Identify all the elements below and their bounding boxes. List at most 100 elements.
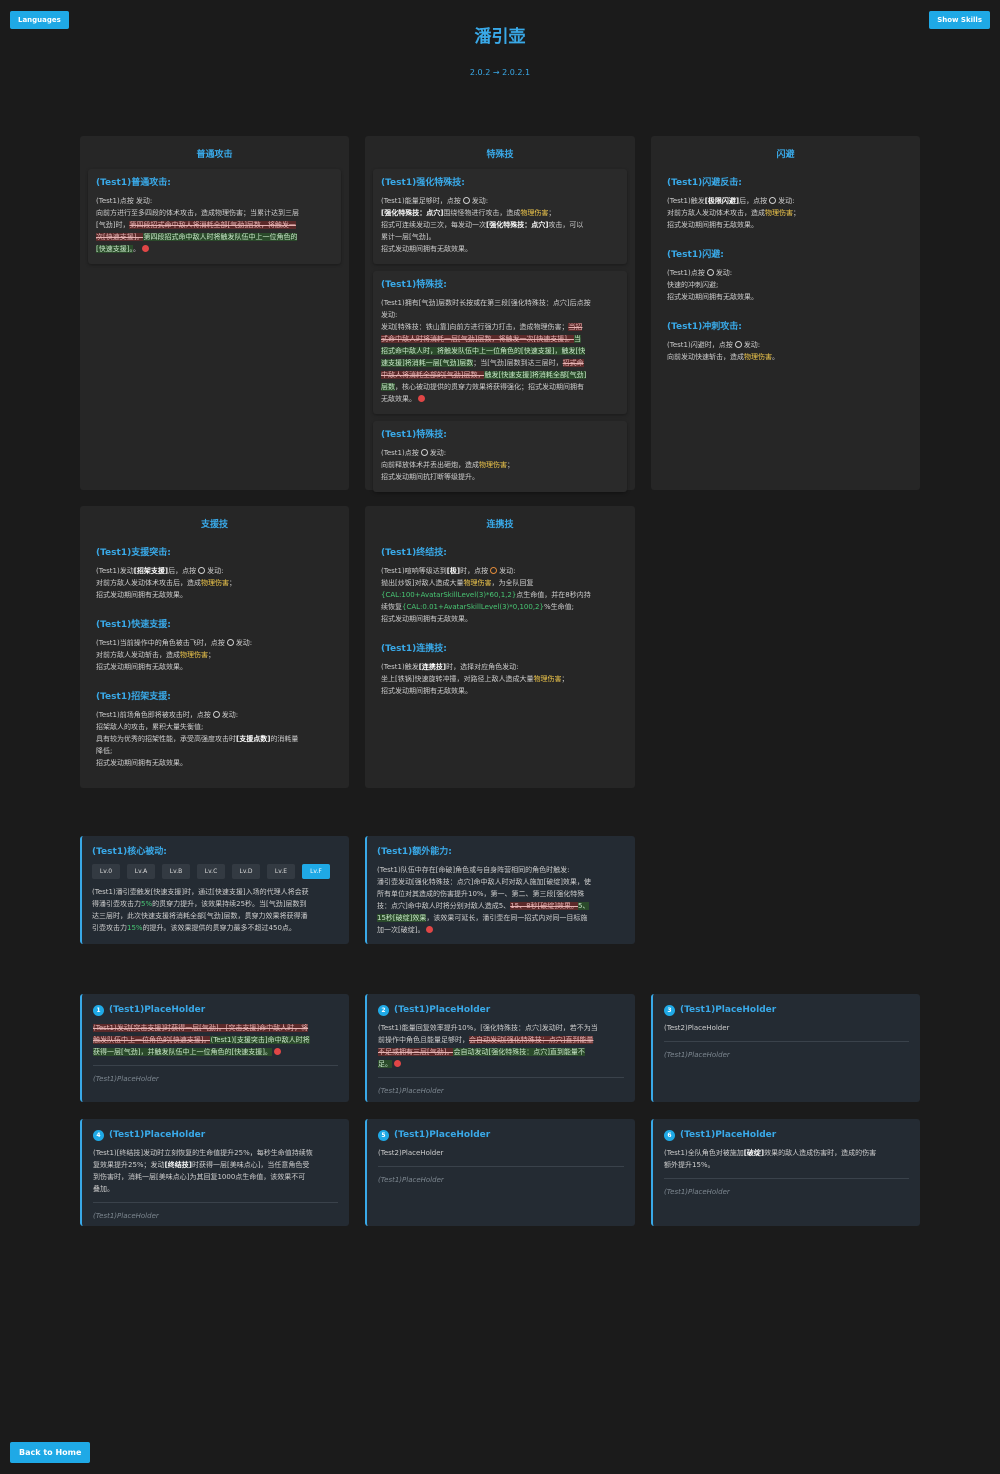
dodge-column: 闪避 (Test1)闪避反击: (Test1)触发[极限闪避]后，点按 发动: 对…: [651, 136, 920, 490]
skill-description: (Test1)前场角色即将被攻击时，点按 发动: 招架敌人的攻击，累积大量失衡值;…: [96, 711, 299, 767]
eidolon-card-4: 4 (Test1)PlaceHolder (Test1)[终结技]发动时立刻恢复的…: [80, 1119, 349, 1226]
level-button[interactable]: Lv.B: [162, 864, 190, 879]
eidolon-footnote: (Test1)PlaceHolder: [378, 1166, 624, 1186]
alert-dot-icon: [141, 245, 149, 252]
skill-card: (Test1)闪避反击: (Test1)触发[极限闪避]后，点按 发动: 对前方敌…: [659, 169, 912, 369]
skill-name: (Test1)闪避反击:: [667, 178, 742, 188]
skill-description: (Test1)拥有[气劲]层数时长按或在第三段[强化特殊技：点穴]后点按 发动:…: [381, 299, 591, 403]
eidolon-description: (Test2)PlaceHolder: [378, 1149, 444, 1157]
skill-description: (Test1)能量足够时，点按 发动: [强化特殊技：点穴]围绕怪物进行攻击，造成…: [381, 197, 584, 253]
dodge-button-icon: [706, 269, 714, 276]
alert-dot-icon: [273, 1048, 281, 1055]
level-button[interactable]: Lv.E: [267, 864, 295, 879]
skill-name: (Test1)特殊技:: [381, 280, 447, 290]
chain-skill-column: 连携技 (Test1)终结技: (Test1)喧响等级达到[极]时，点按 发动: …: [365, 506, 635, 788]
alert-dot-icon: [394, 1060, 401, 1067]
skill-card: (Test1)特殊技: (Test1)点按 发动: 向前释放体术并丢出砸炮，造成物…: [373, 421, 627, 492]
number-badge: 2: [378, 1004, 389, 1016]
skill-name: (Test1)普通攻击:: [96, 178, 171, 188]
column-title: 连携技: [486, 520, 514, 530]
number-badge: 4: [93, 1129, 104, 1141]
eidolon-header: 2 (Test1)PlaceHolder: [378, 1004, 624, 1016]
back-to-home-button[interactable]: Back to Home: [10, 1442, 91, 1463]
eidolon-footnote: (Test1)PlaceHolder: [93, 1065, 338, 1085]
skill-card: (Test1)终结技: (Test1)喧响等级达到[极]时，点按 发动: 抛出[炒…: [373, 539, 627, 703]
skill-description: (Test1)触发[极限闪避]后，点按 发动: 对前方敌人发动体术攻击，造成物理伤…: [667, 197, 800, 229]
skill-card: (Test1)支援突击: (Test1)发动[招架支援]后，点按 发动: 对前方敌…: [88, 539, 341, 775]
eidolon-header: 4 (Test1)PlaceHolder: [93, 1129, 338, 1141]
eidolon-description: (Test1)能量回复效率提升10%，[强化特殊技：点穴]发动时，若不为当 前操…: [378, 1024, 598, 1068]
eidolon-description: (Test1)发动[突击支援]时获得一层[气劲]。[突击支援]命中敌人时，将 触…: [93, 1024, 310, 1056]
skill-description: (Test1)触发[连携技]时，选择对应角色发动: 坐上[铁锅]快速旋转冲撞，对…: [381, 663, 569, 695]
number-badge: 6: [664, 1129, 675, 1141]
eidolon-footnote: (Test1)PlaceHolder: [93, 1202, 338, 1222]
special-button-icon: [420, 449, 428, 456]
eidolon-description: (Test1)[终结技]发动时立刻恢复的生命值提升25%，每秒生命值持续恢 复效…: [93, 1149, 313, 1193]
panel-title: (Test1)核心被动:: [92, 847, 167, 857]
number-badge: 1: [93, 1004, 104, 1016]
level-button[interactable]: Lv.D: [232, 864, 260, 879]
level-button[interactable]: Lv.A: [127, 864, 155, 879]
level-button[interactable]: Lv.C: [197, 864, 225, 879]
column-title: 支援技: [200, 520, 228, 530]
ultimate-button-icon: [490, 567, 498, 574]
skill-description: (Test1)喧响等级达到[极]时，点按 发动: 抛出[炒饭]对敌人造成大量物理伤…: [381, 567, 591, 623]
special-skill-column: 特殊技 (Test1)强化特殊技: (Test1)能量足够时，点按 发动: [强化…: [365, 136, 635, 492]
skill-name: (Test1)支援突击:: [96, 548, 171, 558]
level-button[interactable]: Lv.0: [92, 864, 120, 879]
skill-description: (Test1)闪避时，点按 发动: 向前发动快速斩击，造成物理伤害。: [667, 341, 779, 361]
skill-name: (Test1)闪避:: [667, 250, 724, 260]
assist-skill-column: 支援技 (Test1)支援突击: (Test1)发动[招架支援]后，点按 发动: …: [80, 506, 349, 788]
skill-name: (Test1)冲刺攻击:: [667, 322, 742, 332]
skill-description: (Test1)点按 发动: 向前方进行至多四段的体术攻击，造成物理伤害；当累计达…: [96, 197, 299, 253]
eidolon-footnote: (Test1)PlaceHolder: [378, 1077, 624, 1097]
eidolon-description: (Test1)全队角色对被施加[破绽]效果的敌人造成伤害时，造成的伤害 额外提升…: [664, 1149, 877, 1169]
skill-card: (Test1)强化特殊技: (Test1)能量足够时，点按 发动: [强化特殊技：…: [373, 169, 627, 264]
basic-attack-column: 普通攻击 (Test1)普通攻击: (Test1)点按 发动: 向前方进行至多四…: [80, 136, 349, 490]
number-badge: 3: [664, 1004, 675, 1016]
alert-dot-icon: [426, 926, 434, 933]
skill-name: (Test1)快速支援:: [96, 620, 171, 630]
skill-description: (Test1)点按 发动: 快速的冲刺闪避; 招式发动期间拥有无敌效果。: [667, 269, 758, 301]
core-passive-panel: (Test1)核心被动: Lv.0 Lv.A Lv.B Lv.C Lv.D Lv…: [80, 836, 349, 944]
eidolon-header: 3 (Test1)PlaceHolder: [664, 1004, 909, 1016]
column-title: 特殊技: [486, 150, 514, 160]
core-passive-description: (Test1)潘引壶触发[快速支援]时，通过[快速支援]入场的代理人将会获 得潘…: [92, 888, 309, 932]
eidolon-header: 5 (Test1)PlaceHolder: [378, 1129, 624, 1141]
eidolon-card-5: 5 (Test1)PlaceHolder (Test2)PlaceHolder (…: [365, 1119, 635, 1226]
special-button-icon: [462, 197, 470, 204]
column-title: 闪避: [776, 150, 795, 160]
eidolon-card-2: 2 (Test1)PlaceHolder (Test1)能量回复效率提升10%，[…: [365, 994, 635, 1102]
version-label: 2.0.2 → 2.0.2.1: [469, 68, 531, 77]
skill-description: (Test1)当前操作中的角色被击飞时，点按 发动: 对前方敌人发动斩击，造成物理…: [96, 639, 253, 671]
page-title: 潘引壶: [474, 27, 526, 47]
eidolon-card-3: 3 (Test1)PlaceHolder (Test2)PlaceHolder (…: [651, 994, 920, 1102]
dodge-button-icon: [769, 197, 777, 204]
alert-dot-icon: [418, 395, 425, 402]
extra-ability-panel: (Test1)额外能力: (Test1)队伍中存在[命破]角色或与自身阵营相同的…: [365, 836, 635, 944]
skill-name: (Test1)连携技:: [381, 644, 447, 654]
eidolon-header: 6 (Test1)PlaceHolder: [664, 1129, 909, 1141]
level-button-active[interactable]: Lv.F: [302, 864, 330, 879]
skill-name: (Test1)特殊技:: [381, 430, 447, 440]
eidolon-card-6: 6 (Test1)PlaceHolder (Test1)全队角色对被施加[破绽]效…: [651, 1119, 920, 1226]
extra-ability-description: (Test1)队伍中存在[命破]角色或与自身阵营相同的角色时触发: 潘引壶发动[…: [377, 866, 591, 934]
assist-button-icon: [226, 639, 234, 646]
panel-title: (Test1)额外能力:: [377, 847, 452, 857]
skill-card: (Test1)特殊技: (Test1)拥有[气劲]层数时长按或在第三段[强化特殊…: [373, 271, 627, 414]
skill-description: (Test1)发动[招架支援]后，点按 发动: 对前方敌人发动体术攻击后，造成物理…: [96, 567, 236, 599]
skill-card: (Test1)普通攻击: (Test1)点按 发动: 向前方进行至多四段的体术攻…: [88, 169, 341, 264]
eidolon-footnote: (Test1)PlaceHolder: [664, 1178, 909, 1198]
eidolon-description: (Test2)PlaceHolder: [664, 1024, 730, 1032]
attack-button-icon: [734, 341, 742, 348]
assist-button-icon: [212, 711, 220, 718]
skill-name: (Test1)招架支援:: [96, 692, 171, 702]
number-badge: 5: [378, 1129, 389, 1141]
eidolon-header: 1 (Test1)PlaceHolder: [93, 1004, 338, 1016]
eidolon-footnote: (Test1)PlaceHolder: [664, 1041, 909, 1061]
skill-description: (Test1)点按 发动: 向前释放体术并丢出砸炮，造成物理伤害； 招式发动期间抗…: [381, 449, 514, 481]
skill-name: (Test1)强化特殊技:: [381, 178, 465, 188]
skill-name: (Test1)终结技:: [381, 548, 447, 558]
level-selector: Lv.0 Lv.A Lv.B Lv.C Lv.D Lv.E Lv.F: [92, 864, 339, 879]
column-title: 普通攻击: [196, 150, 233, 160]
